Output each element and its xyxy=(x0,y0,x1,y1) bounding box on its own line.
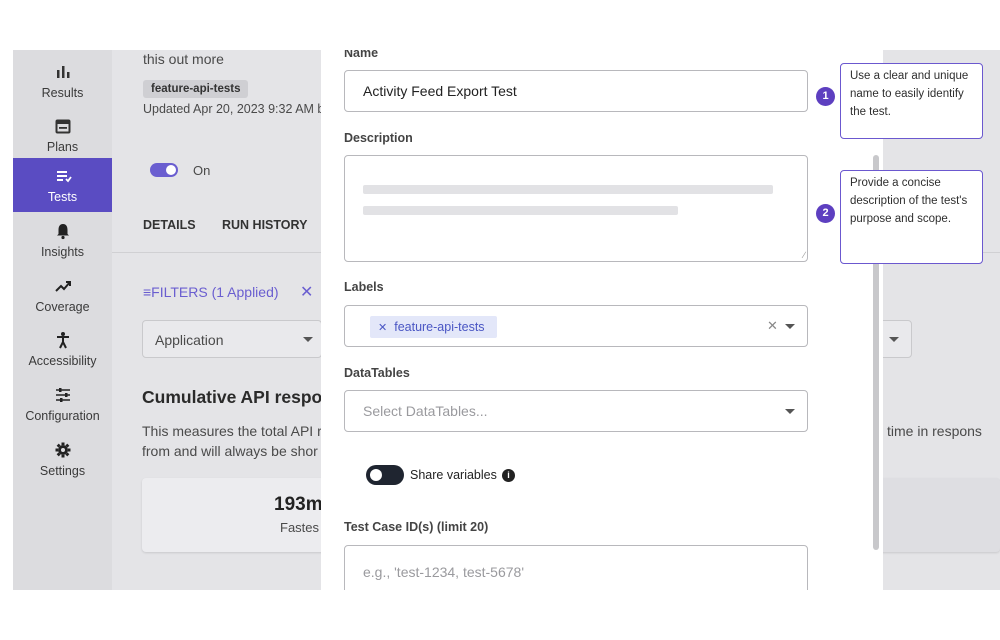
metric-card: 193m Fastes xyxy=(142,478,332,552)
sidebar-item-configuration[interactable]: Configuration xyxy=(13,377,112,431)
name-field[interactable]: Activity Feed Export Test xyxy=(344,70,808,112)
application-select[interactable]: Application xyxy=(142,320,322,358)
test-case-placeholder: e.g., 'test-1234, test-5678' xyxy=(363,564,524,580)
section-title: Cumulative API respon xyxy=(142,387,333,407)
accessibility-icon xyxy=(56,331,69,348)
label-chip-text: feature-api-tests xyxy=(394,320,485,334)
sidebar-item-label: Coverage xyxy=(35,299,90,314)
description-label: Description xyxy=(344,131,413,145)
sidebar-item-tests[interactable]: Tests xyxy=(13,158,112,212)
intro-text: this out more xyxy=(143,51,224,67)
test-tag: feature-api-tests xyxy=(143,80,249,98)
sidebar-item-label: Plans xyxy=(46,139,79,154)
sidebar-item-accessibility[interactable]: Accessibility xyxy=(13,322,112,376)
gear-icon xyxy=(55,442,70,457)
sidebar-item-label: Accessibility xyxy=(28,353,97,368)
right-desc-text: time in respons xyxy=(887,423,982,439)
datatables-label: DataTables xyxy=(344,366,410,380)
description-text-redacted xyxy=(363,206,678,215)
list-icon xyxy=(56,170,72,182)
callout-name-tip: Use a clear and unique name to easily id… xyxy=(840,63,983,139)
tab-run-history[interactable]: RUN HISTORY xyxy=(222,218,307,232)
sidebar-item-results[interactable]: Results xyxy=(13,54,112,108)
sidebar-item-label: Settings xyxy=(39,463,86,478)
edit-test-modal: Name Activity Feed Export Test Descripti… xyxy=(321,50,883,590)
description-field[interactable]: ∕ xyxy=(344,155,808,262)
sidebar-item-label: Configuration xyxy=(25,408,100,423)
sidebar-item-insights[interactable]: Insights xyxy=(13,213,112,267)
enabled-toggle[interactable] xyxy=(150,163,178,177)
section-desc-line1: This measures the total API r xyxy=(142,423,322,439)
chevron-down-icon xyxy=(303,337,313,342)
sidebar-item-label: Tests xyxy=(47,189,78,204)
name-value: Activity Feed Export Test xyxy=(363,83,517,99)
updated-text: Updated Apr 20, 2023 9:32 AM by xyxy=(143,102,331,116)
chevron-down-icon xyxy=(785,409,795,414)
datatables-select[interactable]: Select DataTables... xyxy=(344,390,808,432)
sidebar-item-plans[interactable]: Plans xyxy=(13,108,112,162)
datatables-placeholder: Select DataTables... xyxy=(363,403,488,419)
sidebar-item-label: Results xyxy=(41,85,84,100)
share-variables-toggle[interactable] xyxy=(366,465,404,485)
metric-label: Fastes xyxy=(280,520,320,535)
section-desc-line2: from and will always be shor xyxy=(142,443,318,459)
remove-chip-icon[interactable]: ✕ xyxy=(378,321,387,334)
test-case-field[interactable]: e.g., 'test-1234, test-5678' xyxy=(344,545,808,590)
chevron-down-icon xyxy=(889,337,899,342)
bell-icon xyxy=(56,223,69,239)
callout-description-tip: Provide a concise description of the tes… xyxy=(840,170,983,264)
application-select-value: Application xyxy=(155,332,224,348)
calendar-icon xyxy=(55,119,70,133)
info-icon[interactable]: i xyxy=(502,469,515,482)
callout-badge-2: 2 xyxy=(816,204,835,223)
toggle-label: On xyxy=(193,163,211,178)
clear-icon[interactable]: ✕ xyxy=(767,318,778,334)
sidebar: Results Plans Tests Insights Coverage Ac… xyxy=(13,50,112,590)
description-text-redacted xyxy=(363,185,773,194)
filter-icon: ≡ xyxy=(143,284,152,300)
tab-details[interactable]: DETAILS xyxy=(143,218,196,232)
bar-chart-icon xyxy=(56,65,69,78)
clear-filters-icon[interactable]: ✕ xyxy=(300,282,313,302)
filters-applied: (1 Applied) xyxy=(211,284,279,300)
chevron-down-icon[interactable] xyxy=(785,324,795,329)
name-label: Name xyxy=(344,50,379,60)
resize-handle-icon[interactable]: ∕ xyxy=(803,250,805,260)
app-frame: Results Plans Tests Insights Coverage Ac… xyxy=(13,50,1000,590)
callout-badge-1: 1 xyxy=(816,87,835,106)
right-card xyxy=(872,478,1000,552)
labels-select[interactable]: ✕ feature-api-tests ✕ xyxy=(344,305,808,347)
sidebar-item-settings[interactable]: Settings xyxy=(13,432,112,486)
filters-label: FILTERS xyxy=(151,284,208,300)
labels-label: Labels xyxy=(344,280,384,294)
metric-value: 193m xyxy=(274,494,323,515)
test-case-label: Test Case ID(s) (limit 20) xyxy=(344,520,489,534)
share-variables-label: Share variables xyxy=(410,468,497,482)
label-chip[interactable]: ✕ feature-api-tests xyxy=(370,316,497,338)
sidebar-item-label: Insights xyxy=(40,244,85,259)
sliders-icon xyxy=(55,387,70,402)
sidebar-item-coverage[interactable]: Coverage xyxy=(13,268,112,322)
trend-icon xyxy=(54,280,71,292)
filters-button[interactable]: ≡FILTERS (1 Applied) xyxy=(143,284,279,300)
